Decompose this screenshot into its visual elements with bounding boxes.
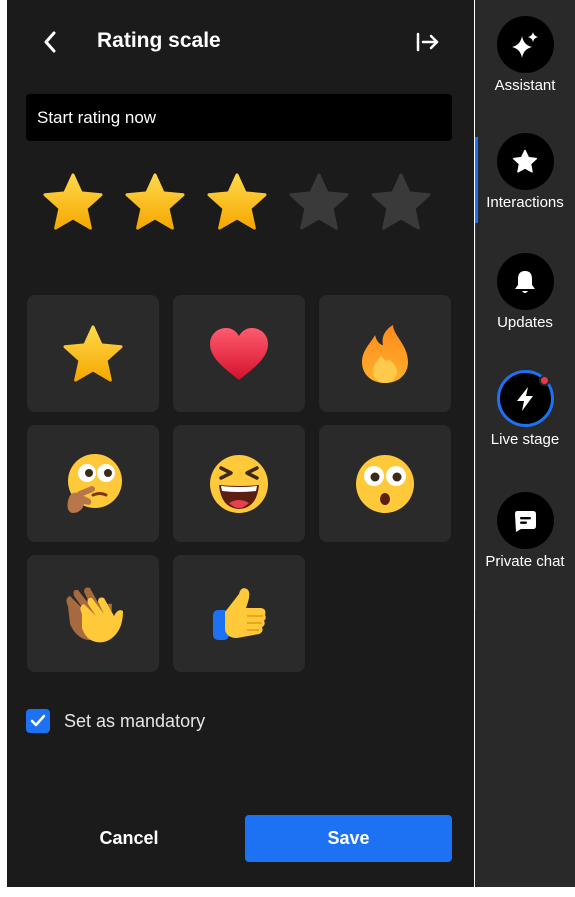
live-stage-button[interactable] (496, 370, 554, 427)
back-button[interactable] (37, 28, 63, 56)
interactions-button[interactable] (496, 133, 554, 190)
surprised-face-icon (356, 454, 414, 513)
sidebar-item-label: Live stage (490, 431, 560, 448)
rating-star-4[interactable] (287, 172, 351, 232)
laughing-face-icon (210, 454, 268, 513)
thumbs-up-icon (213, 587, 266, 640)
rating-preview (41, 172, 441, 232)
thinking-face-icon (67, 453, 122, 513)
lightning-icon (517, 386, 533, 411)
page-title: Rating scale (97, 29, 221, 52)
rating-scale-panel: Rating scale Start rating now Set as man… (7, 0, 474, 897)
sidebar-item-label: Updates (497, 314, 553, 331)
cancel-button[interactable]: Cancel (67, 815, 191, 862)
rating-prompt-input[interactable]: Start rating now (26, 94, 452, 141)
star-icon (63, 324, 123, 382)
assistant-button[interactable] (496, 16, 554, 73)
chat-bubble-icon (515, 510, 536, 532)
rating-star-3[interactable] (205, 172, 269, 232)
private-chat-button[interactable] (496, 492, 554, 549)
sidebar-item-label: Private chat (485, 553, 565, 570)
icon-option-heart[interactable] (173, 295, 305, 412)
sidebar-item-assistant[interactable]: Assistant (475, 16, 575, 94)
collapse-panel-button[interactable] (413, 28, 443, 56)
icon-option-star[interactable] (27, 295, 159, 412)
sidebar-item-label: Interactions (486, 194, 564, 211)
bell-icon (515, 270, 535, 293)
sidebar-item-live-stage[interactable]: Live stage (475, 370, 575, 448)
sidebar-rail: Assistant Interactions Updates Live stag… (475, 0, 575, 887)
icon-option-laughing-face[interactable] (173, 425, 305, 542)
notification-dot (538, 375, 550, 386)
fire-icon (362, 324, 408, 383)
star-icon (289, 173, 349, 230)
star-icon (43, 173, 103, 230)
star-icon (371, 173, 431, 230)
rating-star-5[interactable] (369, 172, 433, 232)
sidebar-item-label: Assistant (494, 77, 556, 94)
icon-option-thumbs-up[interactable] (173, 555, 305, 672)
rating-prompt-value: Start rating now (37, 107, 157, 127)
sidebar-item-private-chat[interactable]: Private chat (475, 492, 575, 570)
icon-option-surprised-face[interactable] (319, 425, 451, 542)
checkmark-icon (30, 714, 46, 727)
mandatory-checkbox[interactable] (26, 709, 50, 733)
updates-button[interactable] (496, 253, 554, 310)
arrow-right-to-line-icon (416, 32, 439, 52)
star-icon (125, 173, 185, 230)
heart-icon (210, 327, 268, 380)
sparkle-icon (512, 31, 538, 58)
icon-option-fire[interactable] (319, 295, 451, 412)
star-icon (512, 149, 538, 173)
star-icon (207, 173, 267, 230)
icon-option-clapping-hands[interactable] (27, 555, 159, 672)
icon-option-thinking-face[interactable] (27, 425, 159, 542)
clapping-hands-icon (66, 587, 123, 642)
chevron-left-icon (44, 31, 56, 53)
sidebar-item-updates[interactable]: Updates (475, 253, 575, 331)
rating-star-1[interactable] (41, 172, 105, 232)
rating-star-2[interactable] (123, 172, 187, 232)
sidebar-item-interactions[interactable]: Interactions (475, 133, 575, 211)
bottom-margin (0, 887, 575, 897)
mandatory-label: Set as mandatory (64, 710, 206, 731)
save-button[interactable]: Save (245, 815, 452, 862)
panel-header: Rating scale (7, 0, 474, 84)
mandatory-toggle[interactable]: Set as mandatory (26, 708, 205, 734)
